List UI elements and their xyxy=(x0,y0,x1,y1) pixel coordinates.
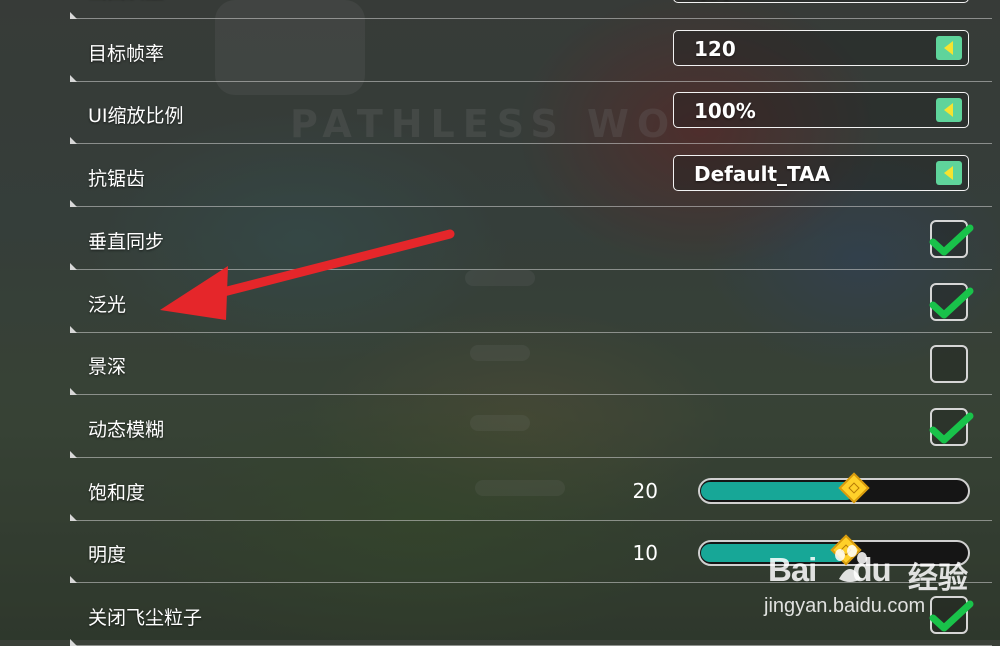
watermark-brand-cn: 经验 xyxy=(908,561,968,596)
paw-icon xyxy=(835,545,867,582)
watermark-logo-bai: Bai xyxy=(768,551,817,588)
annotation-arrow xyxy=(160,229,455,320)
watermark-url: jingyan.baidu.com xyxy=(764,595,926,617)
baidu-jingyan-watermark: Bai du 经验 jingyan.baidu.com xyxy=(758,545,998,635)
